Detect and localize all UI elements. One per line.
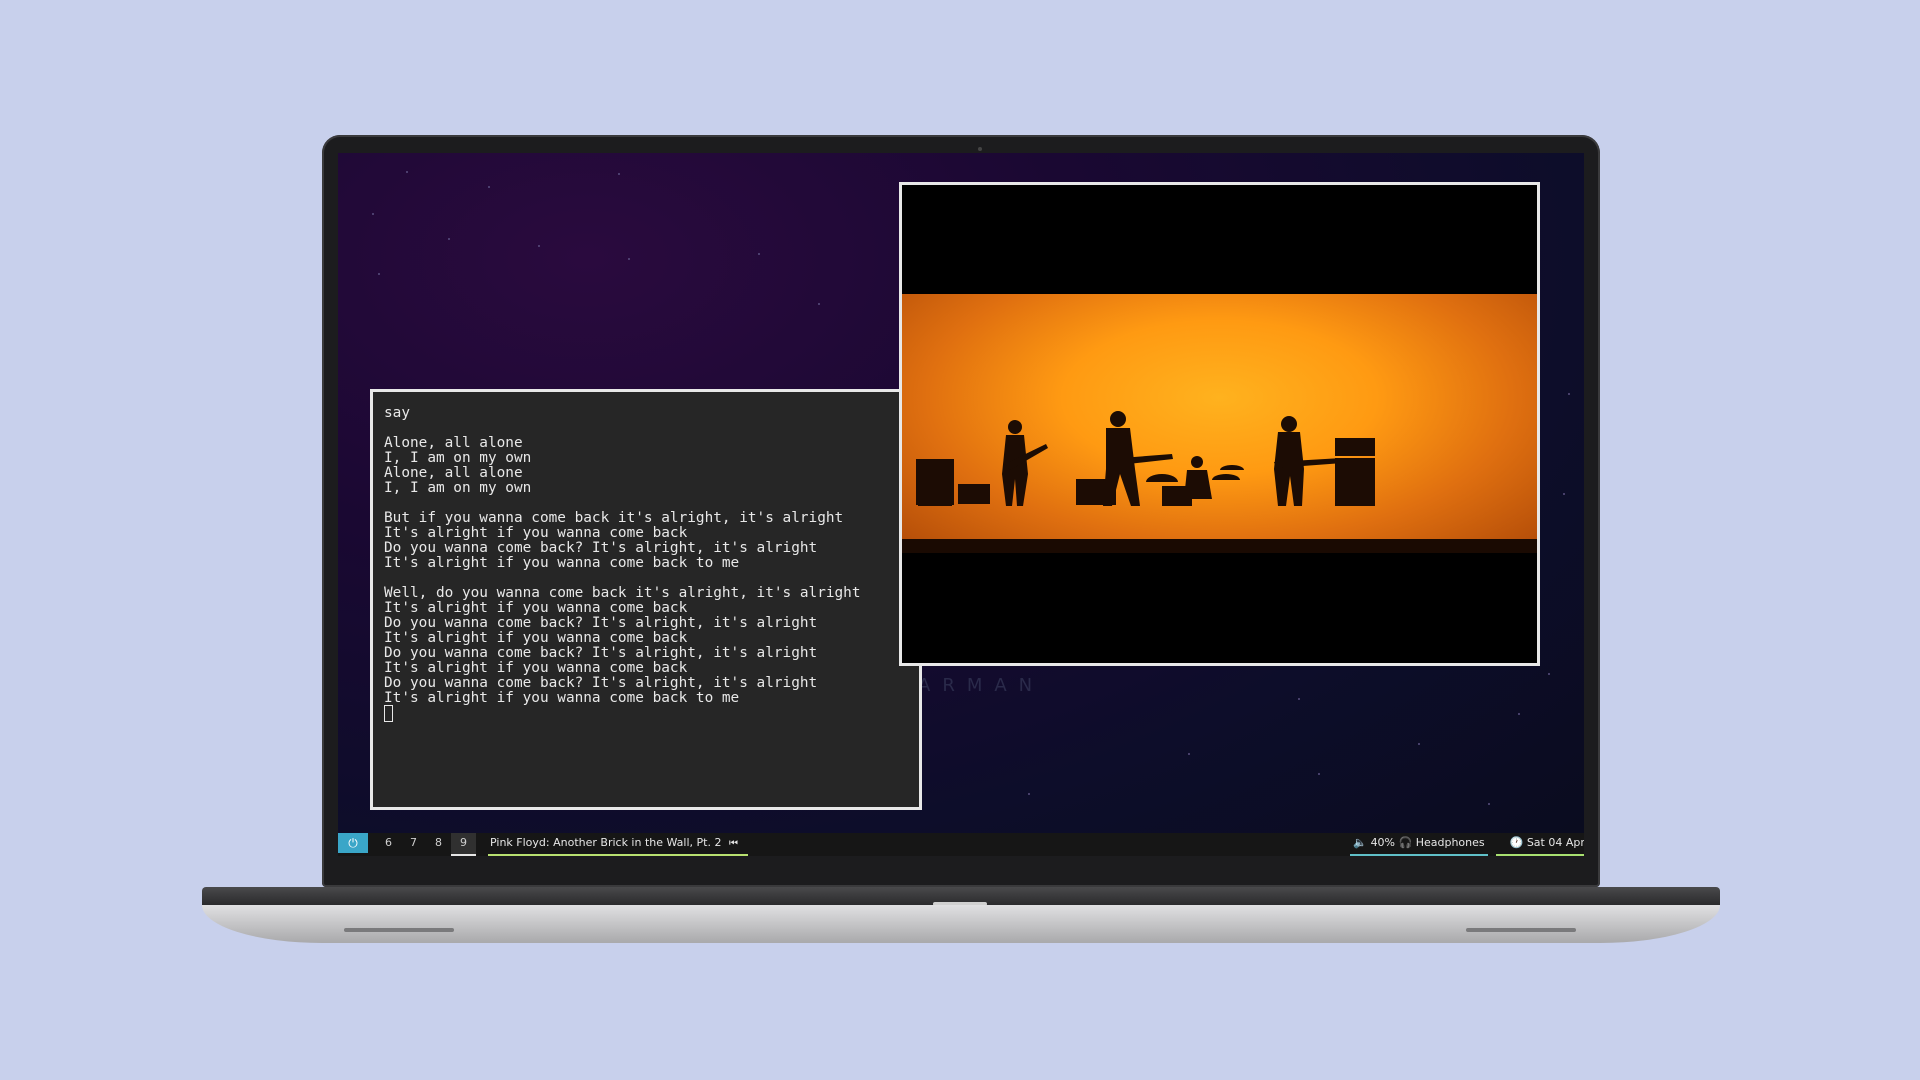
terminal-line: Well, do you wanna come back it's alrigh… [384,585,861,601]
clock-icon: 🕐 [1509,836,1524,849]
headphones-icon: 🎧 [1398,836,1413,849]
wallpaper-brand-text: ARMAN [918,675,1045,696]
laptop-foot [344,928,454,932]
star [1318,773,1320,775]
desktop-screen: ARMAN say Alone, all alone I, I am on my o… [338,153,1584,856]
star [1188,753,1190,755]
volume-level: 40% [1370,836,1396,849]
star [1488,803,1490,805]
clock-text: Sat 04 Apr, 01:44 [1526,836,1584,849]
previous-track-icon[interactable]: ⏮ [729,834,738,854]
workspace-switcher: 6789 [376,833,476,856]
workspace-8[interactable]: 8 [426,833,451,856]
star [378,273,380,275]
next-track-icon[interactable]: ⏭ [507,855,516,856]
star [1568,393,1570,395]
star [488,186,490,188]
terminal-cursor [384,704,393,722]
terminal-line: Alone, all alone [384,465,523,481]
media-player-module[interactable]: Pink Floyd: Another Brick in the Wall, P… [488,833,748,856]
laptop-bottom [202,905,1720,943]
star [618,173,620,175]
terminal-line: I, I am on my own [384,450,532,466]
terminal-line: Do you wanna come back? It's alright, it… [384,615,818,631]
star [1028,793,1030,795]
star [818,303,820,305]
workspace-6[interactable]: 6 [376,833,401,856]
terminal-line: It's alright if you wanna come back to m… [384,690,740,706]
clock-module[interactable]: 🕐 Sat 04 Apr, 01:44 [1496,833,1584,856]
now-playing-title: Pink Floyd: Another Brick in the Wall, P… [490,836,722,849]
audio-module[interactable]: 🔈 40% 🎧 Headphones [1350,833,1488,856]
workspace-9[interactable]: 9 [451,833,476,856]
terminal-line: It's alright if you wanna come back [384,660,688,676]
power-button[interactable]: ⏻ [338,833,368,853]
workspace-7[interactable]: 7 [401,833,426,856]
status-bar: ⏻ 6789 Pink Floyd: Another Brick in the … [338,833,1584,856]
band-silhouette-image [916,411,1375,506]
terminal-prompt[interactable] [384,704,908,722]
star [372,213,374,215]
pause-icon[interactable]: ⏸ [494,855,499,856]
star [406,171,408,173]
terminal-line: It's alright if you wanna come back [384,630,688,646]
video-player-window[interactable] [899,182,1540,666]
star [1418,743,1420,745]
star [1518,713,1520,715]
terminal-line: Do you wanna come back? It's alright, it… [384,540,818,556]
star [1548,673,1550,675]
terminal-line: Alone, all alone [384,435,523,451]
terminal-line: Do you wanna come back? It's alright, it… [384,675,818,691]
audio-output-label: Headphones [1415,836,1485,849]
terminal-line: It's alright if you wanna come back [384,600,688,616]
star [1298,698,1300,700]
star [628,258,630,260]
terminal-window[interactable]: say Alone, all alone I, I am on my own Alon… [370,389,922,810]
terminal-line: But if you wanna come back it's alright,… [384,510,844,526]
star [538,245,540,247]
video-frame [902,294,1537,553]
star [448,238,450,240]
star [1563,493,1565,495]
webcam-icon [978,147,982,151]
star [758,253,760,255]
laptop-foot [1466,928,1576,932]
terminal-line: say [384,405,410,421]
stage-floor [902,539,1537,553]
terminal-line: It's alright if you wanna come back to m… [384,555,740,571]
volume-icon: 🔈 [1353,836,1368,849]
terminal-line: Do you wanna come back? It's alright, it… [384,645,818,661]
terminal-line: It's alright if you wanna come back [384,525,688,541]
terminal-line: I, I am on my own [384,480,532,496]
